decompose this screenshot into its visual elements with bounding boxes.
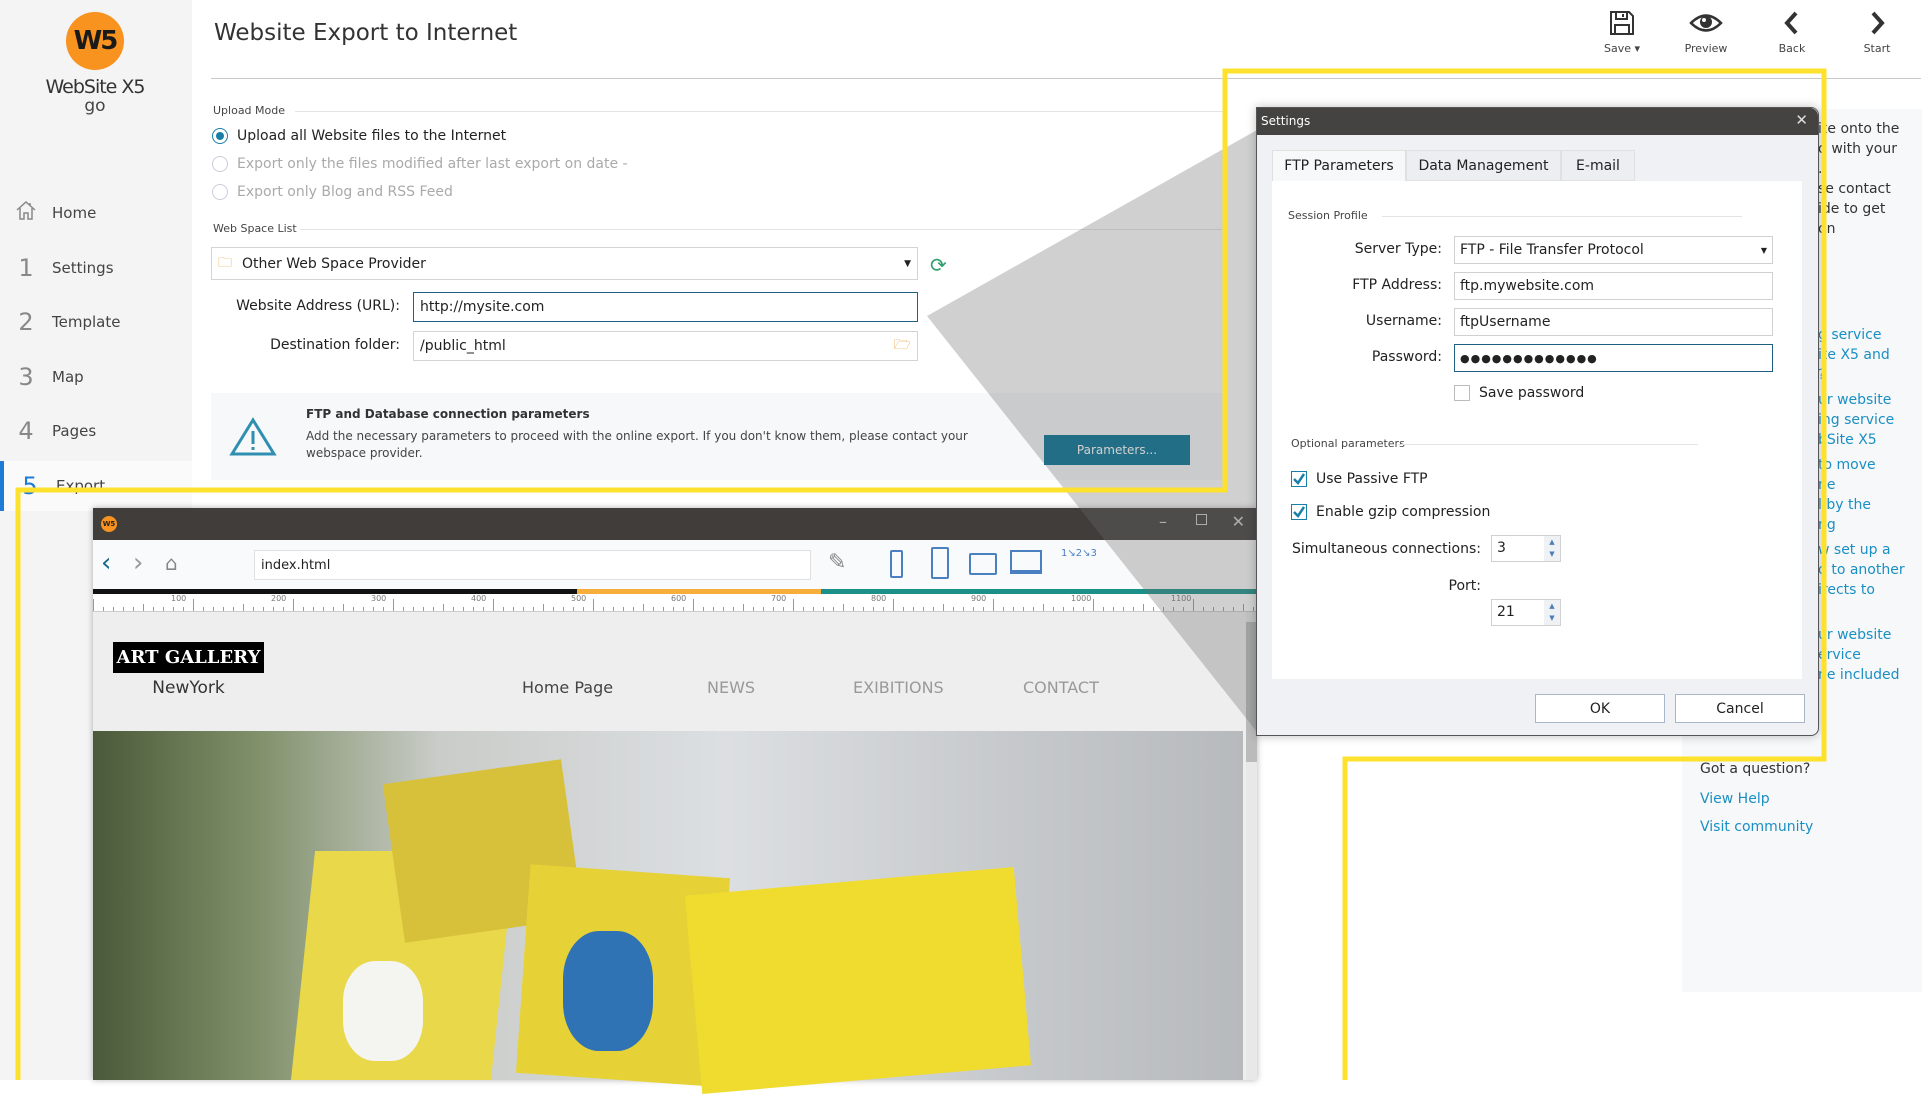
ftp-address-value: ftp.mywebsite.com: [1460, 278, 1595, 294]
ok-button[interactable]: OK: [1535, 694, 1665, 723]
checkbox[interactable]: [1454, 385, 1470, 401]
port-label: Port:: [1448, 578, 1481, 594]
port-value: 21: [1497, 604, 1515, 620]
checkbox-checked-icon[interactable]: [1291, 471, 1307, 487]
divider: [1382, 216, 1742, 217]
settings-dialog: Settings ✕ FTP Parameters Data Managemen…: [1256, 107, 1819, 736]
server-type-select[interactable]: FTP - File Transfer Protocol ▼: [1454, 236, 1773, 264]
ftp-parameters-panel: Session Profile Server Type: FTP - File …: [1272, 181, 1802, 679]
password-label: Password:: [1371, 349, 1442, 365]
connections-value: 3: [1497, 540, 1506, 556]
password-value: ●●●●●●●●●●●●●: [1460, 351, 1598, 365]
server-type-value: FTP - File Transfer Protocol: [1460, 242, 1644, 258]
passive-ftp-checkbox[interactable]: Use Passive FTP: [1291, 471, 1428, 487]
save-password-checkbox[interactable]: Save password: [1454, 385, 1584, 401]
dialog-close-icon[interactable]: ✕: [1795, 111, 1808, 129]
username-label: Username:: [1365, 313, 1442, 329]
username-value: ftpUsername: [1460, 314, 1551, 330]
server-type-label: Server Type:: [1354, 241, 1442, 257]
ftp-address-label: FTP Address:: [1352, 277, 1442, 293]
cancel-button[interactable]: Cancel: [1675, 694, 1805, 723]
optional-parameters-heading: Optional parameters: [1291, 437, 1405, 450]
password-input[interactable]: ●●●●●●●●●●●●●: [1454, 344, 1773, 372]
dialog-titlebar: Settings: [1257, 108, 1818, 135]
tab-email[interactable]: E-mail: [1561, 150, 1635, 181]
divider: [1398, 444, 1698, 445]
tab-ftp-parameters[interactable]: FTP Parameters: [1272, 150, 1406, 181]
tab-data-management[interactable]: Data Management: [1406, 150, 1561, 181]
checkbox-label: Enable gzip compression: [1316, 504, 1491, 520]
session-profile-heading: Session Profile: [1288, 209, 1368, 222]
stepper-arrows-icon[interactable]: ▲ ▼: [1544, 536, 1560, 561]
chevron-down-icon: ▼: [1760, 245, 1767, 255]
connections-label: Simultaneous connections:: [1291, 541, 1481, 557]
dialog-title: Settings: [1261, 114, 1311, 128]
stepper-arrows-icon[interactable]: ▲ ▼: [1544, 600, 1560, 625]
connections-stepper[interactable]: 3 ▲ ▼: [1491, 535, 1561, 562]
port-stepper[interactable]: 21 ▲ ▼: [1491, 599, 1561, 626]
username-input[interactable]: ftpUsername: [1454, 308, 1773, 336]
checkbox-label: Save password: [1479, 385, 1585, 401]
ftp-address-input[interactable]: ftp.mywebsite.com: [1454, 272, 1773, 300]
checkbox-checked-icon[interactable]: [1291, 504, 1307, 520]
checkbox-label: Use Passive FTP: [1316, 471, 1428, 487]
gzip-checkbox[interactable]: Enable gzip compression: [1291, 504, 1490, 520]
